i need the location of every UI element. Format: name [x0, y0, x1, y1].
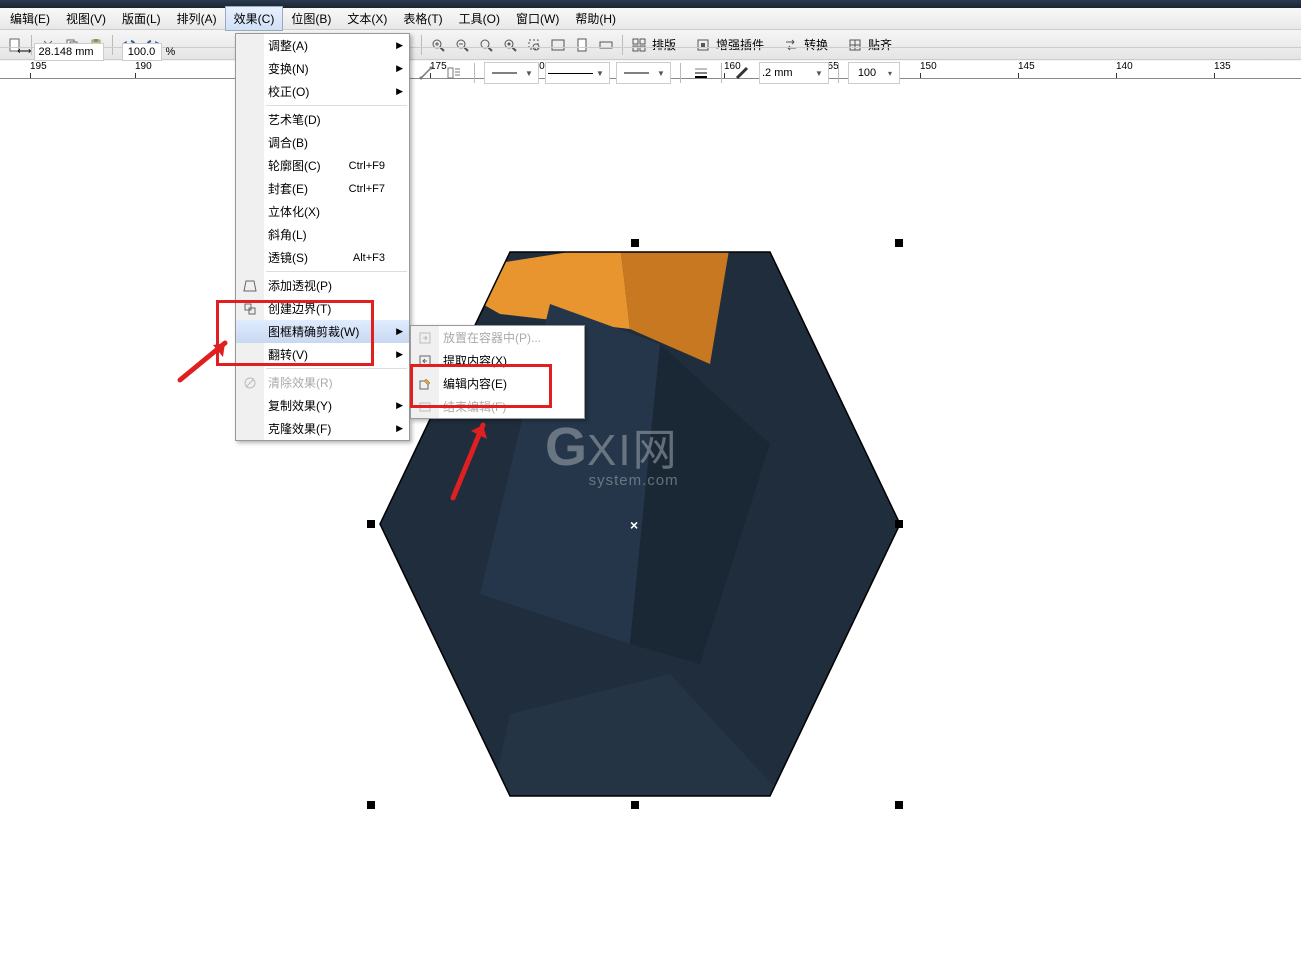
zoom-in-icon[interactable]: [427, 34, 449, 56]
separator: [721, 63, 722, 83]
menu-view[interactable]: 视图(V): [58, 7, 114, 30]
ruler-tick: 190: [135, 61, 152, 72]
layout-label[interactable]: 排版: [652, 36, 676, 53]
menu-clear-effect: 清除效果(R): [236, 371, 409, 394]
finish-icon: [417, 399, 433, 415]
selection-handle[interactable]: [895, 520, 903, 528]
outline-width-icon[interactable]: [731, 62, 753, 84]
menu-window[interactable]: 窗口(W): [508, 7, 567, 30]
outline-width-dropdown[interactable]: ▼: [759, 62, 829, 84]
boundary-icon: [242, 301, 258, 317]
clear-icon: [242, 375, 258, 391]
separator: [680, 63, 681, 83]
plugin-tool-icon[interactable]: [692, 34, 714, 56]
menu-blend[interactable]: 调合(B): [236, 131, 409, 154]
layout-tool-icon[interactable]: [628, 34, 650, 56]
ruler-tick: 140: [1116, 61, 1133, 72]
place-icon: [417, 330, 433, 346]
menu-artistic-media[interactable]: 艺术笔(D): [236, 108, 409, 131]
menu-transform[interactable]: 变换(N)▶: [236, 57, 409, 80]
menu-layout[interactable]: 版面(L): [114, 7, 169, 30]
zoom-fit-icon[interactable]: [499, 34, 521, 56]
submenu-extract-contents[interactable]: 提取内容(X): [411, 349, 584, 372]
menu-bitmap[interactable]: 位图(B): [283, 7, 339, 30]
outline-width-input[interactable]: [762, 67, 812, 79]
submenu-finish-editing: 结束编辑(F): [411, 395, 584, 418]
menu-separator: [266, 271, 407, 272]
opacity-dropdown[interactable]: ▾: [848, 62, 900, 84]
standard-toolbar: 排版 增强插件 转换 贴齐: [0, 30, 1301, 60]
menu-edit[interactable]: 编辑(E): [2, 7, 58, 30]
ruler-tick: 145: [1018, 61, 1035, 72]
selection-handle[interactable]: [631, 801, 639, 809]
ruler-tick: 135: [1214, 61, 1231, 72]
submenu-edit-contents[interactable]: 编辑内容(E): [411, 372, 584, 395]
menu-rollover[interactable]: 翻转(V)▶: [236, 343, 409, 366]
menu-text[interactable]: 文本(X): [339, 7, 395, 30]
effects-menu-dropdown: 调整(A)▶ 变换(N)▶ 校正(O)▶ 艺术笔(D) 调合(B) 轮廓图(C)…: [235, 33, 410, 441]
separator: [622, 35, 623, 55]
menu-bevel[interactable]: 斜角(L): [236, 223, 409, 246]
zoom-100-icon[interactable]: [475, 34, 497, 56]
menu-lens[interactable]: 透镜(S)Alt+F3: [236, 246, 409, 269]
menu-envelope[interactable]: 封套(E)Ctrl+F7: [236, 177, 409, 200]
selection-center: ×: [630, 517, 638, 533]
separator: [421, 35, 422, 55]
selection-handle[interactable]: [895, 239, 903, 247]
selection-handle[interactable]: [631, 239, 639, 247]
plugin-label[interactable]: 增强插件: [716, 36, 764, 53]
zoom-page-icon[interactable]: [571, 34, 593, 56]
powerclip-submenu: 放置在容器中(P)... 提取内容(X) 编辑内容(E) 结束编辑(F): [410, 325, 585, 419]
canvas[interactable]: × GXI网 system.com: [0, 79, 1301, 928]
menu-add-perspective[interactable]: 添加透视(P): [236, 274, 409, 297]
wrap-text-icon[interactable]: [443, 62, 465, 84]
zoom-out-icon[interactable]: [451, 34, 473, 56]
menu-extrude[interactable]: 立体化(X): [236, 200, 409, 223]
menu-clone-effect[interactable]: 克隆效果(F)▶: [236, 417, 409, 440]
menu-effects[interactable]: 效果(C): [225, 6, 284, 31]
extract-icon: [417, 353, 433, 369]
line-style-dropdown[interactable]: ▼: [545, 62, 610, 84]
separator: [838, 63, 839, 83]
zoom-all-icon[interactable]: [547, 34, 569, 56]
snap-label[interactable]: 贴齐: [868, 36, 892, 53]
menu-powerclip[interactable]: 图框精确剪裁(W)▶: [236, 320, 409, 343]
convert-label[interactable]: 转换: [804, 36, 828, 53]
menu-adjust[interactable]: 调整(A)▶: [236, 34, 409, 57]
menu-create-boundary[interactable]: 创建边界(T): [236, 297, 409, 320]
ruler-tick: 150: [920, 61, 937, 72]
convert-tool-icon[interactable]: [780, 34, 802, 56]
menu-contour[interactable]: 轮廓图(C)Ctrl+F9: [236, 154, 409, 177]
menu-help[interactable]: 帮助(H): [567, 7, 624, 30]
selection-handle[interactable]: [367, 801, 375, 809]
zoom-width-icon[interactable]: [595, 34, 617, 56]
edit-icon: [417, 376, 433, 392]
menu-bar: 编辑(E) 视图(V) 版面(L) 排列(A) 效果(C) 位图(B) 文本(X…: [0, 8, 1301, 30]
zoom-selection-icon[interactable]: [523, 34, 545, 56]
perspective-icon: [242, 278, 258, 294]
menu-correct[interactable]: 校正(O)▶: [236, 80, 409, 103]
snap-tool-icon[interactable]: [844, 34, 866, 56]
menu-tools[interactable]: 工具(O): [451, 7, 508, 30]
ruler-tick: 195: [30, 61, 47, 72]
menu-table[interactable]: 表格(T): [395, 7, 450, 30]
menu-separator: [266, 368, 407, 369]
height-field: ⟷: [17, 43, 103, 61]
menu-arrange[interactable]: 排列(A): [169, 7, 225, 30]
hairline-icon[interactable]: [690, 62, 712, 84]
selection-handle[interactable]: [367, 520, 375, 528]
edit-path-icon[interactable]: [415, 62, 437, 84]
selection-handle[interactable]: [895, 801, 903, 809]
height-input[interactable]: [34, 43, 104, 61]
start-arrow-dropdown[interactable]: ▼: [484, 62, 539, 84]
separator: [112, 35, 113, 55]
submenu-place-inside: 放置在容器中(P)...: [411, 326, 584, 349]
pct-label2: %: [166, 46, 176, 58]
separator: [474, 63, 475, 83]
end-arrow-dropdown[interactable]: ▼: [616, 62, 671, 84]
opacity-input[interactable]: [851, 67, 883, 79]
menu-copy-effect[interactable]: 复制效果(Y)▶: [236, 394, 409, 417]
menu-separator: [266, 105, 407, 106]
scale-y-input[interactable]: [122, 43, 162, 61]
